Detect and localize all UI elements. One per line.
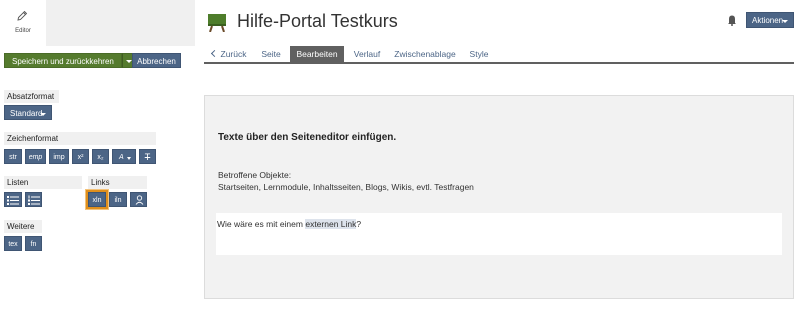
editor-tab-label: Editor [15,28,31,34]
bullet-list-icon [7,196,19,205]
numbered-list-button[interactable] [25,192,42,207]
emphasis-button[interactable]: emp [25,149,46,164]
tab-history[interactable]: Verlauf [349,46,385,63]
editing-paragraph[interactable]: Wie wäre es mit einem externen Link? [216,213,782,255]
external-link-button[interactable]: xln [86,190,108,209]
accent-format-button[interactable]: A [112,149,136,164]
editor-tab[interactable]: Editor [0,0,46,46]
page-tabs: Zurück Seite Bearbeiten Verlauf Zwischen… [204,46,794,64]
paragraph-format-select[interactable]: Standard [4,105,52,120]
paragraph-format-heading: Absatzformat [4,90,59,103]
paragraph-text-before: Wie wäre es mit einem [217,219,306,229]
chevron-down-icon [127,157,131,160]
selected-link-text[interactable]: externen Link [305,219,357,229]
editor-tabstrip [46,0,195,46]
actions-dropdown-button[interactable]: Aktionen [746,12,794,28]
content-heading[interactable]: Texte über den Seiteneditor einfügen. [218,132,396,143]
affected-objects-label[interactable]: Betroffene Objekte: [218,170,291,180]
tex-button[interactable]: tex [4,236,22,251]
page-editor-content: Texte über den Seiteneditor einfügen. Be… [204,95,794,299]
user-link-button[interactable] [130,192,147,207]
clear-format-icon: T [144,152,151,162]
important-button[interactable]: imp [49,149,69,164]
editor-panel: Editor Speichern und zurückkehren Abbrec… [0,0,195,312]
paragraph-text-after: ? [356,219,362,229]
tab-style[interactable]: Style [465,46,493,63]
page-title: Hilfe-Portal Testkurs [237,11,398,31]
further-heading: Weitere [4,220,42,233]
chevron-left-icon [210,49,218,58]
paragraph-format-value: Standard [10,109,43,118]
accent-format-label: A [119,154,124,161]
paragraph-text[interactable]: Wie wäre es mit einem externen Link? [217,219,361,229]
clear-format-button[interactable]: T [139,149,156,164]
char-format-heading: Zeichenformat [4,132,156,145]
tab-edit[interactable]: Bearbeiten [290,46,344,63]
cancel-button[interactable]: Abbrechen [132,53,181,68]
subscript-button[interactable]: x₂ [92,149,109,164]
footnote-button[interactable]: fn [25,236,42,251]
superscript-button[interactable]: x² [72,149,89,164]
user-link-icon [135,195,144,205]
links-heading: Links [88,176,147,189]
save-and-return-button[interactable]: Speichern und zurückkehren [4,53,122,68]
save-split-button: Speichern und zurückkehren [4,53,135,68]
easel-icon [208,14,226,32]
bullet-list-button[interactable] [4,192,22,207]
lists-heading: Listen [4,176,82,189]
pencil-icon [17,10,28,21]
chevron-down-icon [40,113,46,116]
tab-back[interactable]: Zurück [209,46,249,63]
tab-clipboard[interactable]: Zwischenablage [392,46,458,63]
strong-button[interactable]: str [4,149,22,164]
numbered-list-icon [28,195,40,205]
bell-icon[interactable] [727,14,737,26]
internal-link-button[interactable]: iln [109,192,127,207]
affected-objects-list[interactable]: Startseiten, Lernmodule, Inhaltsseiten, … [218,182,474,192]
tab-back-label: Zurück [220,49,247,59]
tab-page[interactable]: Seite [256,46,286,63]
